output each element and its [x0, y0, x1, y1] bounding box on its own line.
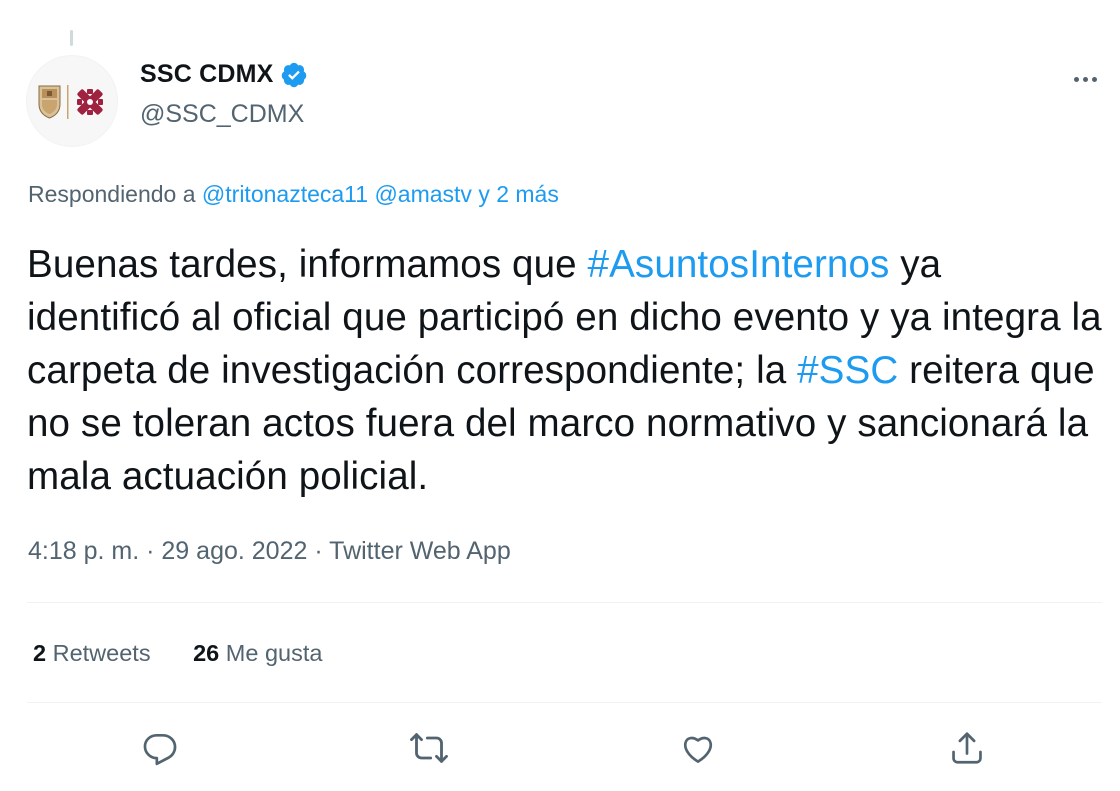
likes-count: 26 [193, 640, 220, 666]
hashtag-link[interactable]: #AsuntosInternos [588, 243, 890, 286]
tweet-source-app[interactable]: Twitter Web App [329, 537, 511, 565]
author-name-row[interactable]: SSC CDMX [140, 60, 308, 89]
mention-link[interactable]: @amastv [374, 181, 471, 207]
tweet-date[interactable]: 29 ago. 2022 [161, 537, 307, 565]
retweets-label: Retweets [52, 640, 151, 666]
ssc-cdmx-logo-icon [38, 85, 103, 119]
meta-separator: · [146, 537, 155, 565]
like-button[interactable] [672, 722, 724, 774]
more-dot-icon [1091, 76, 1097, 82]
thread-connector-line [70, 30, 73, 46]
replying-more-link[interactable]: y 2 más [478, 181, 559, 207]
meta-separator: · [314, 537, 323, 565]
author-display-name[interactable]: SSC CDMX [140, 60, 274, 89]
more-dot-icon [1082, 76, 1088, 82]
avatar[interactable] [26, 55, 118, 147]
likes-stat[interactable]: 26 Me gusta [193, 640, 322, 666]
retweet-button[interactable] [403, 722, 455, 774]
share-icon [952, 732, 982, 764]
tweet-metadata: 4:18 p. m. · 29 ago. 2022 · Twitter Web … [28, 537, 511, 566]
likes-label: Me gusta [225, 640, 323, 666]
replying-prefix: Respondiendo a [28, 181, 196, 207]
share-button[interactable] [941, 722, 993, 774]
retweets-stat[interactable]: 2 Retweets [33, 640, 151, 666]
retweet-icon [410, 733, 448, 763]
reply-button[interactable] [134, 722, 186, 774]
engagement-stats: 2 Retweets 26 Me gusta [33, 640, 358, 667]
mention-link[interactable]: @tritonazteca11 [202, 181, 368, 207]
replying-to: Respondiendo a @tritonazteca11 @amastv y… [28, 181, 559, 208]
tweet-text: Buenas tardes, informamos que #AsuntosIn… [27, 238, 1102, 503]
more-options-button[interactable] [1068, 64, 1102, 94]
hashtag-link[interactable]: #SSC [797, 349, 898, 392]
reply-icon [143, 733, 177, 766]
tweet-text-part: Buenas tardes, informamos que [27, 243, 588, 286]
divider [27, 702, 1102, 703]
divider [27, 602, 1102, 603]
verified-badge-icon [281, 62, 306, 87]
author-handle[interactable]: @SSC_CDMX [140, 100, 304, 129]
action-bar [0, 722, 1120, 778]
retweets-count: 2 [33, 640, 47, 666]
tweet-time[interactable]: 4:18 p. m. [28, 537, 139, 565]
more-dot-icon [1073, 76, 1079, 82]
like-icon [684, 736, 712, 763]
